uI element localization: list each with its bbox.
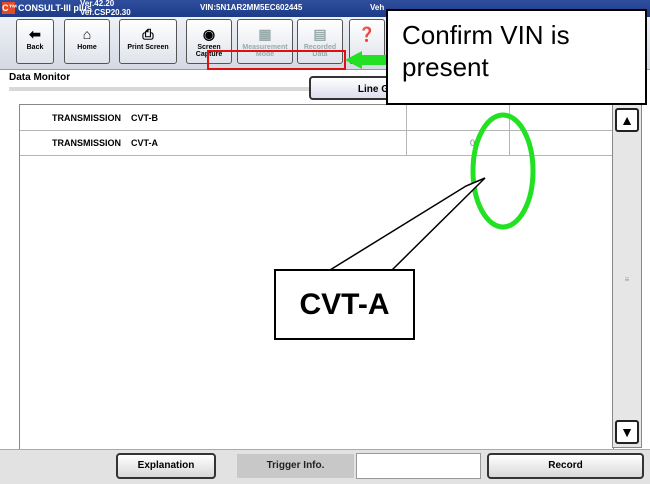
- callout-pointer: [327, 177, 486, 271]
- confirm-vin-callout: Confirm VIN is present: [386, 9, 647, 105]
- confirm-vin-line-2: present: [402, 52, 489, 82]
- confirm-vin-line-1: Confirm VIN is: [402, 20, 570, 50]
- vin-highlight-box: [207, 50, 346, 70]
- cvt-a-callout: CVT-A: [274, 269, 415, 340]
- value-highlight-ellipse: [470, 112, 536, 230]
